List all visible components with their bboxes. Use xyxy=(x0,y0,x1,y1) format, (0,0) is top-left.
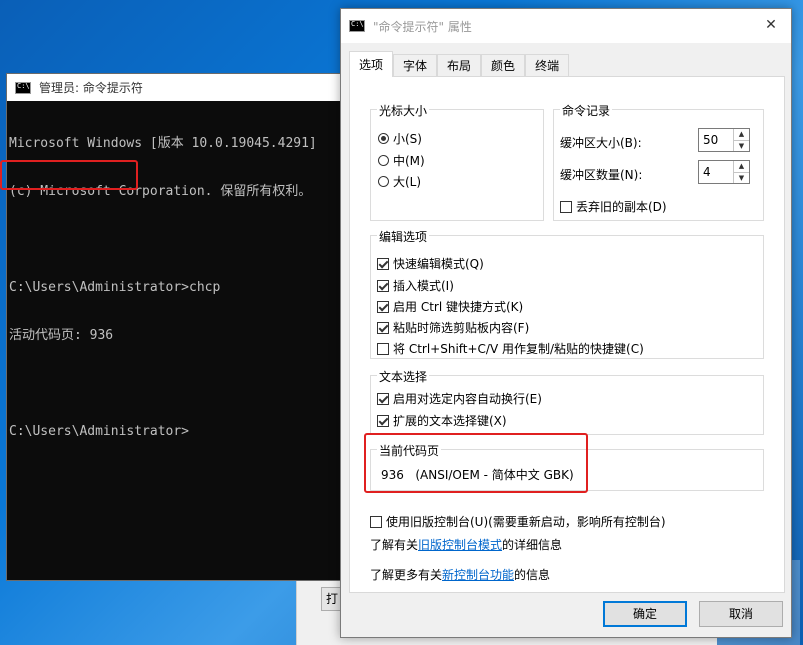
properties-dialog[interactable]: "命令提示符" 属性 ✕ 选项 字体 布局 颜色 终端 光标大小 小(S) 中(… xyxy=(340,8,792,638)
dialog-title: "命令提示符" 属性 xyxy=(373,19,472,34)
stepper-arrows[interactable]: ▲ ▼ xyxy=(733,129,749,151)
legacy-console-checkbox[interactable]: 使用旧版控制台(U)(需要重新启动，影响所有控制台) xyxy=(370,513,666,530)
buffer-count-label: 缓冲区数量(N): xyxy=(560,166,642,183)
dialog-titlebar[interactable]: "命令提示符" 属性 ✕ xyxy=(341,9,791,43)
legacy-learn-text: 了解有关 旧版控制台模式 的详细信息 xyxy=(370,536,562,553)
buffer-size-stepper[interactable]: 50 ▲ ▼ xyxy=(698,128,750,152)
filter-clipboard-checkbox[interactable]: 粘贴时筛选剪贴板内容(F) xyxy=(377,319,529,336)
checkbox-label: 丢弃旧的副本(D) xyxy=(576,200,667,214)
checkbox[interactable] xyxy=(370,515,382,528)
tab-strip: 选项 字体 布局 颜色 终端 xyxy=(349,51,570,77)
text-selection-group: 文本选择 启用对选定内容自动换行(E) 扩展的文本选择键(X) xyxy=(370,368,764,435)
extended-selection-checkbox[interactable]: 扩展的文本选择键(X) xyxy=(377,412,507,429)
new-features-text: 了解更多有关 新控制台功能 的信息 xyxy=(370,566,550,583)
buffer-count-stepper[interactable]: 4 ▲ ▼ xyxy=(698,160,750,184)
edit-options-group: 编辑选项 快速编辑模式(Q) 插入模式(I) 启用 Ctrl 键快捷方式(K) … xyxy=(370,228,764,359)
buffer-count-text: 缓冲区数量(N): xyxy=(560,168,643,182)
checkbox-label: 插入模式(I) xyxy=(393,279,454,293)
highlight-box-codepage xyxy=(364,433,588,493)
highlight-box-console xyxy=(0,160,138,190)
console-screen[interactable]: Microsoft Windows [版本 10.0.19045.4291] (… xyxy=(7,101,351,472)
radio-button[interactable] xyxy=(378,133,389,144)
stepper-up-icon[interactable]: ▲ xyxy=(734,161,749,172)
buffer-size-value[interactable]: 50 xyxy=(699,129,733,151)
console-line: Microsoft Windows [版本 10.0.19045.4291] xyxy=(9,136,317,151)
radio-medium[interactable]: 中(M) xyxy=(378,152,425,169)
legacy-learn-suffix: 的详细信息 xyxy=(502,538,563,552)
console-titlebar[interactable]: 管理员: 命令提示符 xyxy=(7,74,351,101)
console-window[interactable]: 管理员: 命令提示符 Microsoft Windows [版本 10.0.19… xyxy=(6,73,352,581)
checkbox-label: 粘贴时筛选剪贴板内容(F) xyxy=(393,321,530,335)
stepper-down-icon[interactable]: ▼ xyxy=(734,171,749,184)
tab-terminal[interactable]: 终端 xyxy=(525,54,570,76)
checkbox[interactable] xyxy=(377,300,389,313)
stepper-up-icon[interactable]: ▲ xyxy=(734,129,749,140)
stepper-arrows[interactable]: ▲ ▼ xyxy=(733,161,749,183)
checkbox-label: 快速编辑模式(Q) xyxy=(393,257,484,271)
console-line: C:\Users\Administrator>chcp xyxy=(9,280,221,295)
console-line: 活动代码页: 936 xyxy=(9,328,114,343)
radio-button[interactable] xyxy=(378,176,389,187)
checkbox[interactable] xyxy=(377,279,389,292)
buffer-size-text: 缓冲区大小(B): xyxy=(560,136,642,150)
ok-button[interactable]: 确定 xyxy=(603,601,687,627)
legacy-mode-link[interactable]: 旧版控制台模式 xyxy=(418,536,502,553)
checkbox-label: 将 Ctrl+Shift+C/V 用作复制/粘贴的快捷键(C) xyxy=(393,342,644,356)
console-title: 管理员: 命令提示符 xyxy=(39,81,143,95)
radio-small[interactable]: 小(S) xyxy=(378,130,422,147)
legacy-learn-prefix: 了解有关 xyxy=(370,538,419,552)
cmd-icon xyxy=(15,81,31,94)
line-wrap-checkbox[interactable]: 启用对选定内容自动换行(E) xyxy=(377,390,542,407)
checkbox[interactable] xyxy=(377,414,389,427)
command-history-legend: 命令记录 xyxy=(560,102,613,119)
checkbox-label: 启用对选定内容自动换行(E) xyxy=(393,392,542,406)
radio-label: 中(M) xyxy=(393,154,425,168)
stepper-down-icon[interactable]: ▼ xyxy=(734,139,749,152)
buffer-count-value[interactable]: 4 xyxy=(699,161,733,183)
cmd-icon xyxy=(349,20,365,32)
new-features-suffix: 的信息 xyxy=(514,568,551,582)
text-selection-legend: 文本选择 xyxy=(377,368,430,385)
ctrl-shift-cv-checkbox[interactable]: 将 Ctrl+Shift+C/V 用作复制/粘贴的快捷键(C) xyxy=(377,340,644,357)
close-icon[interactable]: ✕ xyxy=(763,17,779,33)
cursor-size-legend: 光标大小 xyxy=(377,102,430,119)
tab-colors[interactable]: 颜色 xyxy=(481,54,526,76)
checkbox-label: 启用 Ctrl 键快捷方式(K) xyxy=(393,300,524,314)
checkbox[interactable] xyxy=(377,342,389,355)
discard-duplicates-checkbox[interactable]: 丢弃旧的副本(D) xyxy=(560,198,667,215)
new-features-prefix: 了解更多有关 xyxy=(370,568,443,582)
checkbox[interactable] xyxy=(377,257,389,270)
checkbox[interactable] xyxy=(377,392,389,405)
cancel-button[interactable]: 取消 xyxy=(699,601,783,627)
quick-edit-checkbox[interactable]: 快速编辑模式(Q) xyxy=(377,255,484,272)
insert-mode-checkbox[interactable]: 插入模式(I) xyxy=(377,277,454,294)
checkbox[interactable] xyxy=(377,321,389,334)
new-features-link[interactable]: 新控制台功能 xyxy=(442,566,514,583)
buffer-size-label: 缓冲区大小(B): xyxy=(560,134,642,151)
ctrl-shortcuts-checkbox[interactable]: 启用 Ctrl 键快捷方式(K) xyxy=(377,298,523,315)
tab-layout[interactable]: 布局 xyxy=(437,54,482,76)
command-history-group: 命令记录 缓冲区大小(B): 50 ▲ ▼ 缓冲区数量(N): 4 ▲ ▼ 丢弃… xyxy=(553,102,764,221)
radio-label: 大(L) xyxy=(393,175,422,189)
console-line: C:\Users\Administrator> xyxy=(9,424,190,439)
checkbox-label: 使用旧版控制台(U)(需要重新启动，影响所有控制台) xyxy=(386,515,666,529)
radio-large[interactable]: 大(L) xyxy=(378,173,421,190)
checkbox[interactable] xyxy=(560,200,572,213)
options-panel: 光标大小 小(S) 中(M) 大(L) 命令记录 缓冲区大小(B): 50 ▲ … xyxy=(349,76,785,593)
tab-font[interactable]: 字体 xyxy=(393,54,438,76)
radio-button[interactable] xyxy=(378,155,389,166)
tab-options[interactable]: 选项 xyxy=(349,51,394,77)
edit-options-legend: 编辑选项 xyxy=(377,228,430,245)
checkbox-label: 扩展的文本选择键(X) xyxy=(393,414,507,428)
cursor-size-group: 光标大小 小(S) 中(M) 大(L) xyxy=(370,102,544,221)
radio-label: 小(S) xyxy=(393,132,422,146)
